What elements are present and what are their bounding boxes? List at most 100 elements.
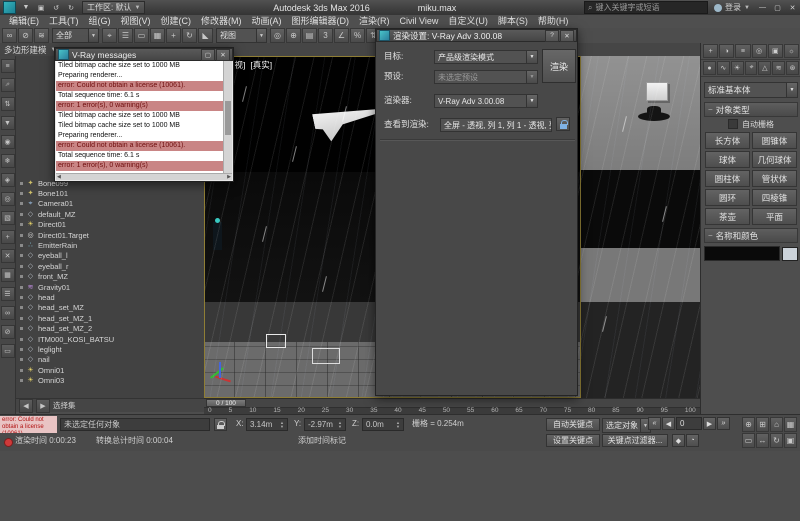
utilities-tab-icon[interactable]: ☼ bbox=[784, 44, 799, 58]
go-to-start-button[interactable]: « bbox=[648, 417, 661, 430]
maximize-viewport-icon[interactable]: ▣ bbox=[784, 433, 797, 448]
selection-lock-icon[interactable] bbox=[214, 418, 227, 431]
find-icon[interactable]: ⌕ bbox=[1, 78, 15, 92]
new-set-icon[interactable]: + bbox=[1, 230, 15, 244]
link-icon[interactable]: ∞ bbox=[1, 306, 15, 320]
scene-object-row[interactable]: EmitterRain bbox=[16, 240, 204, 250]
name-color-rollout[interactable]: − 名称和颜色 bbox=[704, 228, 798, 243]
spacewarps-category-icon[interactable]: ≋ bbox=[772, 61, 785, 75]
primitive-button[interactable]: 圆环 bbox=[705, 189, 750, 206]
go-to-end-button[interactable]: » bbox=[717, 417, 730, 430]
lights-category-icon[interactable]: ☀ bbox=[731, 61, 744, 75]
cameras-category-icon[interactable]: ⌖ bbox=[745, 61, 758, 75]
menu-item[interactable]: 脚本(S) bbox=[493, 15, 533, 28]
scene-object-row[interactable]: head_set_MZ bbox=[16, 303, 204, 313]
menu-item[interactable]: 动画(A) bbox=[247, 15, 287, 28]
autogrid-checkbox[interactable] bbox=[728, 119, 738, 129]
render-button[interactable]: 渲染 bbox=[542, 49, 576, 83]
zoom-region-icon[interactable]: ▭ bbox=[742, 433, 755, 448]
menu-item[interactable]: Civil View bbox=[395, 15, 444, 28]
create-tab-icon[interactable]: + bbox=[703, 44, 718, 58]
scene-object-row[interactable]: front_MZ bbox=[16, 272, 204, 282]
y-coordinate-field[interactable]: -2.97m▲▼ bbox=[304, 418, 346, 431]
scroll-left-icon[interactable]: ◀ bbox=[57, 174, 61, 180]
bind-to-spacewarp-icon[interactable]: ≋ bbox=[34, 28, 49, 43]
primitive-button[interactable]: 四棱锥 bbox=[752, 189, 797, 206]
scene-object-row[interactable]: Direct01.Target bbox=[16, 230, 204, 240]
max-logo-icon[interactable] bbox=[3, 1, 16, 14]
menu-item[interactable]: 自定义(U) bbox=[443, 15, 493, 28]
next-page-icon[interactable]: ▶ bbox=[36, 399, 50, 413]
close-button[interactable]: ✕ bbox=[786, 2, 799, 13]
menu-item[interactable]: 创建(C) bbox=[156, 15, 197, 28]
horizontal-scrollbar[interactable]: ◀▶ bbox=[56, 173, 232, 180]
primitive-button[interactable]: 圆锥体 bbox=[752, 132, 797, 149]
primitive-button[interactable]: 平面 bbox=[752, 208, 797, 225]
select-and-manipulate-icon[interactable]: ⊕ bbox=[286, 28, 301, 43]
scrollbar-thumb[interactable] bbox=[225, 101, 231, 135]
maxscript-mini-listener[interactable]: error: Could not obtain a license (10061… bbox=[0, 416, 57, 433]
vray-window-titlebar[interactable]: V-Ray messages ▢✕ bbox=[55, 48, 233, 61]
search-input[interactable]: ⌕ 键入关键字或短语 bbox=[584, 1, 708, 14]
hide-icon[interactable]: ◉ bbox=[1, 135, 15, 149]
pin-icon[interactable]: ◎ bbox=[1, 192, 15, 206]
view-to-render-dropdown[interactable]: 全屏 - 透视, 列 1, 列 1 - 透视, 列 ▼ bbox=[440, 118, 552, 132]
select-and-rotate-icon[interactable]: ↻ bbox=[182, 28, 197, 43]
add-time-tag[interactable]: 添加时间标记 bbox=[298, 434, 346, 447]
display-tab-icon[interactable]: ▣ bbox=[768, 44, 783, 58]
scene-object-row[interactable]: ITM000_KOSI_BATSU bbox=[16, 334, 204, 344]
vertical-scrollbar[interactable] bbox=[223, 61, 232, 173]
properties-icon[interactable]: ▭ bbox=[1, 344, 15, 358]
auto-key-button[interactable]: 自动关键点 bbox=[546, 418, 600, 431]
menu-item[interactable]: 视图(V) bbox=[116, 15, 156, 28]
time-configuration-icon[interactable]: ◔ bbox=[686, 434, 699, 447]
renderer-dropdown[interactable]: V-Ray Adv 3.00.08 ▼ bbox=[434, 94, 538, 108]
current-frame-field[interactable]: 0 bbox=[676, 417, 702, 430]
restore-button[interactable]: ▢ bbox=[771, 2, 784, 13]
primitive-button[interactable]: 长方体 bbox=[705, 132, 750, 149]
shapes-category-icon[interactable]: ∿ bbox=[717, 61, 730, 75]
helpers-category-icon[interactable]: △ bbox=[758, 61, 771, 75]
freeze-icon[interactable]: ❄ bbox=[1, 154, 15, 168]
spinner-icon[interactable]: ▲▼ bbox=[280, 421, 284, 429]
menu-item[interactable]: 渲染(R) bbox=[354, 15, 395, 28]
settings-icon[interactable]: ☰ bbox=[1, 287, 15, 301]
select-and-link-icon[interactable]: ∞ bbox=[2, 28, 17, 43]
zoom-icon[interactable]: ⊕ bbox=[742, 417, 755, 432]
viewport-shading-menu[interactable]: [真实] bbox=[250, 59, 272, 71]
spinner-icon[interactable]: ▲▼ bbox=[338, 421, 342, 429]
spinner-icon[interactable]: ▲▼ bbox=[396, 421, 400, 429]
modify-tab-icon[interactable]: ◑ bbox=[719, 44, 734, 58]
percent-snap-icon[interactable]: % bbox=[350, 28, 365, 43]
object-name-field[interactable] bbox=[704, 246, 780, 261]
primitive-category-dropdown[interactable]: 标准基本体 ▼ bbox=[704, 82, 798, 98]
time-slider-handle[interactable]: 0 / 100 bbox=[206, 399, 246, 407]
menu-item[interactable]: 修改器(M) bbox=[196, 15, 247, 28]
primitive-button[interactable]: 圆柱体 bbox=[705, 170, 750, 187]
rectangular-region-icon[interactable]: ▭ bbox=[134, 28, 149, 43]
minimize-button[interactable]: — bbox=[756, 2, 769, 13]
scene-object-row[interactable]: Direct01 bbox=[16, 220, 204, 230]
scene-object-row[interactable]: head bbox=[16, 292, 204, 302]
scene-object-row[interactable]: eyeball_l bbox=[16, 251, 204, 261]
scene-object-row[interactable]: leglight bbox=[16, 344, 204, 354]
render-dialog-titlebar[interactable]: 渲染设置: V-Ray Adv 3.00.08 ? ✕ bbox=[376, 29, 577, 42]
close-button[interactable]: ✕ bbox=[560, 30, 574, 42]
play-button[interactable]: ▶ bbox=[703, 417, 716, 430]
zoom-extents-icon[interactable]: ⌂ bbox=[770, 417, 783, 432]
select-object-icon[interactable]: ⌖ bbox=[102, 28, 117, 43]
menu-item[interactable]: 编辑(E) bbox=[4, 15, 44, 28]
select-and-scale-icon[interactable]: ◣ bbox=[198, 28, 213, 43]
help-button[interactable]: ? bbox=[545, 30, 559, 42]
scene-object-row[interactable]: Omni01 bbox=[16, 365, 204, 375]
primitive-button[interactable]: 几何球体 bbox=[752, 151, 797, 168]
reference-coordinate-dropdown[interactable]: 视图 ▼ bbox=[216, 28, 267, 43]
undo-icon[interactable]: ↺ bbox=[50, 2, 62, 13]
preset-dropdown[interactable]: 未选定预设 ▼ bbox=[434, 70, 538, 84]
scene-object-row[interactable]: nail bbox=[16, 355, 204, 365]
lock-icon[interactable]: ◈ bbox=[1, 173, 15, 187]
application-menu-icon[interactable]: ▼ bbox=[20, 2, 32, 13]
viewport-lock-icon[interactable] bbox=[556, 117, 570, 131]
scene-object-row[interactable]: Camera01 bbox=[16, 199, 204, 209]
x-coordinate-field[interactable]: 3.14m▲▼ bbox=[246, 418, 288, 431]
